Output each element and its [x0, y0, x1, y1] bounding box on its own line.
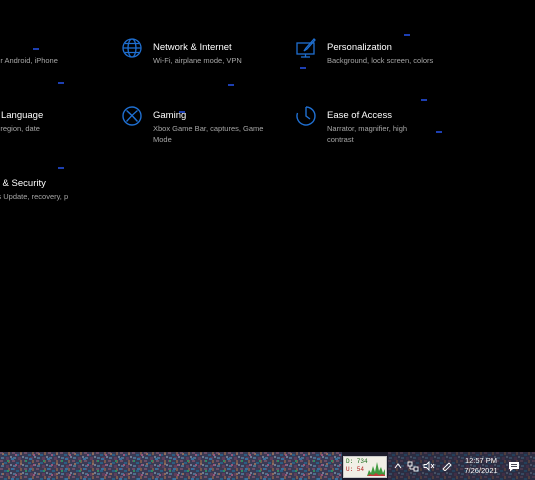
xbox-icon [119, 103, 145, 129]
artifact [404, 34, 410, 36]
taskbar-apps[interactable] [0, 452, 342, 480]
tile-gaming[interactable]: Gaming Xbox Game Bar, captures, Game Mod… [119, 106, 273, 145]
artifact [421, 99, 427, 101]
ease-of-access-icon [293, 103, 319, 129]
volume-muted-icon [423, 461, 435, 471]
tile-ease-of-access[interactable]: Ease of Access Narrator, magnifier, high… [293, 106, 427, 145]
artifact [228, 84, 234, 86]
chevron-up-icon [394, 463, 402, 469]
tile-update-security[interactable]: te & Security ws Update, recovery, p [0, 178, 74, 202]
tile-ease-text: Ease of Access Narrator, magnifier, high… [327, 110, 427, 145]
tile-personalization-text: Personalization Background, lock screen,… [327, 42, 433, 66]
tile-update-desc: ws Update, recovery, p [0, 192, 69, 201]
artifact [33, 48, 39, 50]
tile-ease-title: Ease of Access [327, 110, 392, 121]
tile-time-language[interactable]: & Language h, region, date [0, 110, 43, 134]
artifact [179, 111, 185, 113]
clock-date: 7/26/2021 [464, 466, 498, 475]
activity-graph-icon [367, 462, 385, 476]
tile-phone-desc: our Android, iPhone [0, 56, 58, 65]
tile-network-text: Network & Internet Wi-Fi, airplane mode,… [153, 42, 242, 66]
settings-window: e our Android, iPhone Network & Internet… [0, 0, 535, 480]
tile-time-language-desc: h, region, date [0, 124, 40, 133]
tile-network-title: Network & Internet [153, 42, 232, 53]
taskbar: D: 734 U: 54 12:57 PM 7/26/2021 [0, 452, 535, 480]
upload-rate: U: 54 [346, 466, 365, 473]
show-hidden-icons-button[interactable] [393, 452, 403, 480]
network-tray-button[interactable] [406, 452, 420, 480]
tile-ease-desc: Narrator, magnifier, high contrast [327, 124, 408, 144]
action-center-button[interactable] [506, 452, 522, 480]
tile-phone-title: e [0, 42, 58, 54]
artifact [300, 67, 306, 69]
download-rate: D: 734 [346, 458, 368, 465]
input-indicator-button[interactable] [440, 452, 454, 480]
tile-update-text: te & Security ws Update, recovery, p [0, 178, 74, 202]
tile-personalization-desc: Background, lock screen, colors [327, 56, 434, 65]
tile-update-title: te & Security [0, 178, 46, 189]
artifact [58, 167, 64, 169]
tile-gaming-desc: Xbox Game Bar, captures, Game Mode [153, 124, 264, 144]
tile-gaming-text: Gaming Xbox Game Bar, captures, Game Mod… [153, 110, 273, 145]
tile-phone-text: e our Android, iPhone [0, 42, 58, 66]
globe-icon [119, 35, 145, 61]
pen-workspace-icon [442, 462, 452, 471]
paint-monitor-icon [293, 35, 319, 61]
notification-icon [509, 461, 519, 471]
clock-time: 12:57 PM [464, 456, 498, 465]
tile-personalization[interactable]: Personalization Background, lock screen,… [293, 38, 433, 66]
tile-network-desc: Wi-Fi, airplane mode, VPN [153, 56, 242, 65]
tile-personalization-title: Personalization [327, 42, 392, 53]
taskbar-clock[interactable]: 12:57 PM 7/26/2021 [460, 456, 502, 476]
tile-time-language-title: & Language [0, 110, 44, 121]
tile-phone[interactable]: e our Android, iPhone [0, 42, 58, 66]
ethernet-icon [407, 461, 419, 471]
artifact [436, 131, 442, 133]
artifact [58, 82, 64, 84]
tile-gaming-title: Gaming [153, 110, 187, 121]
tile-network-internet[interactable]: Network & Internet Wi-Fi, airplane mode,… [119, 38, 242, 66]
network-performance-widget[interactable]: D: 734 U: 54 [343, 456, 387, 478]
tile-time-language-text: & Language h, region, date [0, 110, 43, 134]
volume-tray-button[interactable] [422, 452, 436, 480]
